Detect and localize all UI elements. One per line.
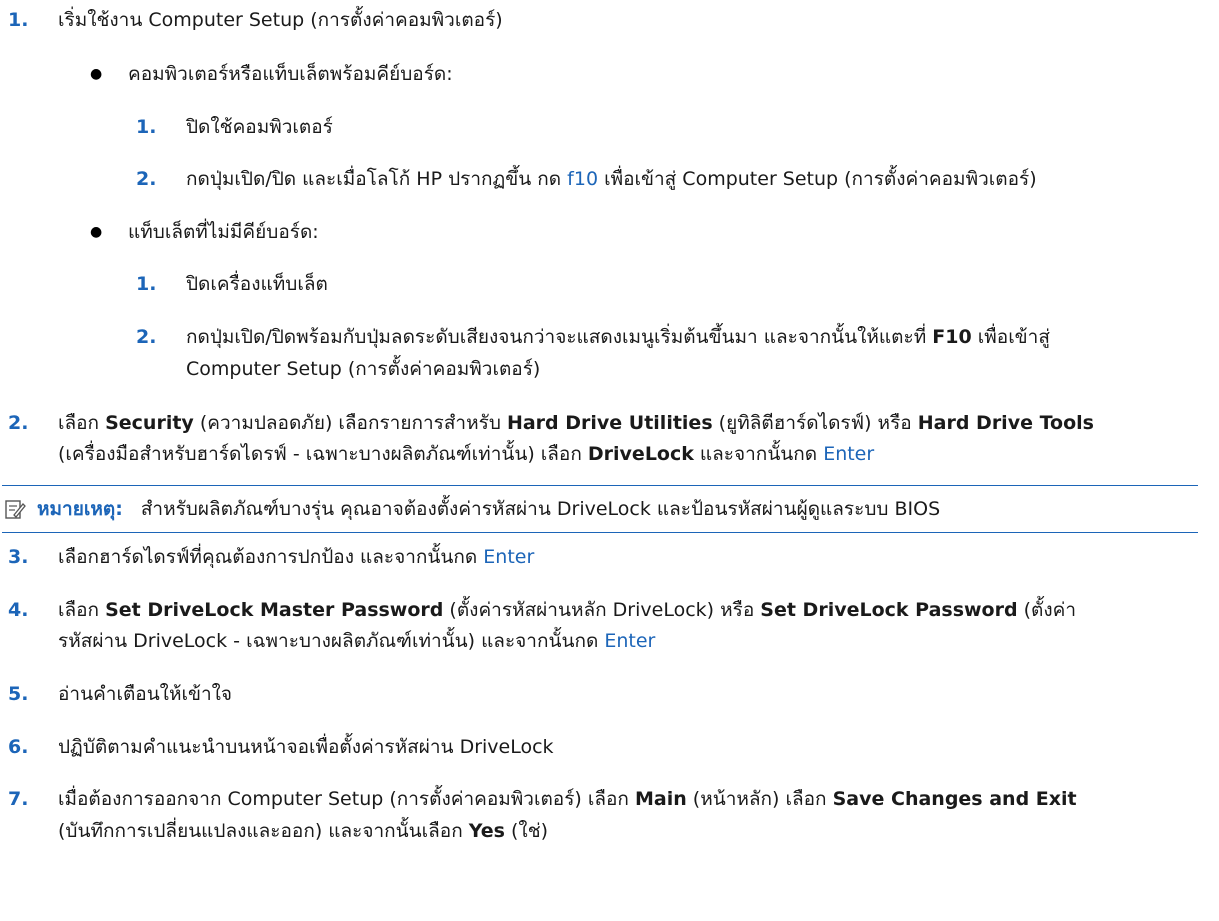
- substep-1-2-post: เพื่อเข้าสู่ Computer Setup (การตั้งค่าค…: [598, 168, 1037, 190]
- substep-1-1-number: 1.: [136, 116, 157, 138]
- step-7-yes: Yes: [468, 820, 505, 842]
- bullet-2-text: แท็บเล็ตที่ไม่มีคีย์บอร์ด:: [128, 221, 319, 243]
- step-7-t1: เมื่อต้องการออกจาก Computer Setup (การตั…: [58, 788, 635, 810]
- substep-2-2-post: เพื่อเข้าสู่: [971, 326, 1050, 348]
- step-2-t4: (เครื่องมือสำหรับฮาร์ดไดรฟ์ - เฉพาะบางผล…: [58, 443, 588, 465]
- note-top-rule: [2, 485, 1198, 486]
- step-7-save-exit: Save Changes and Exit: [832, 788, 1077, 810]
- substep-2-2-number: 2.: [136, 326, 157, 348]
- step-2-t3: (ยูทิลิตีฮาร์ดไดรฟ์) หรือ: [712, 412, 918, 434]
- step-3-number: 3.: [8, 546, 29, 568]
- step-7-text-line2: (บันทึกการเปลี่ยนแปลงและออก) และจากนั้นเ…: [58, 818, 548, 844]
- step-2-t2: (ความปลอดภัย) เลือกรายการสำหรับ: [193, 412, 507, 434]
- step-2-text-line2: (เครื่องมือสำหรับฮาร์ดไดรฟ์ - เฉพาะบางผล…: [58, 441, 874, 467]
- key-enter: Enter: [604, 630, 656, 652]
- step-7-main: Main: [634, 788, 687, 810]
- step-7-t3: (บันทึกการเปลี่ยนแปลงและออก) และจากนั้นเ…: [58, 820, 469, 842]
- bullet-1-text: คอมพิวเตอร์หรือแท็บเล็ตพร้อมคีย์บอร์ด:: [128, 63, 453, 85]
- step-5-number: 5.: [8, 683, 29, 705]
- step-7-number: 7.: [8, 788, 29, 810]
- step-4-t4: รหัสผ่าน DriveLock - เฉพาะบางผลิตภัณฑ์เท…: [58, 630, 605, 652]
- substep-2-2-pre: กดปุ่มเปิด/ปิดพร้อมกับปุ่มลดระดับเสียงจน…: [186, 326, 933, 348]
- step-4-master-password: Set DriveLock Master Password: [105, 599, 444, 621]
- step-2-number: 2.: [8, 412, 29, 434]
- bullet-icon: ●: [90, 224, 103, 240]
- substep-1-1-text: ปิดใช้คอมพิวเตอร์: [186, 116, 333, 138]
- substep-2-1-text: ปิดเครื่องแท็บเล็ต: [186, 273, 328, 295]
- key-enter: Enter: [823, 443, 875, 465]
- step-2-drivelock: DriveLock: [587, 443, 694, 465]
- step-6-number: 6.: [8, 736, 29, 758]
- step-7-text-line1: เมื่อต้องการออกจาก Computer Setup (การตั…: [58, 786, 1077, 812]
- step-5-text: อ่านคำเตือนให้เข้าใจ: [58, 683, 233, 705]
- step-1-text: เริ่มใช้งาน Computer Setup (การตั้งค่าคอ…: [58, 9, 503, 31]
- step-2-security: Security: [105, 412, 194, 434]
- step-2-text-line1: เลือก Security (ความปลอดภัย) เลือกรายการ…: [58, 410, 1094, 436]
- step-4-password: Set DriveLock Password: [760, 599, 1018, 621]
- bullet-icon: ●: [90, 66, 103, 82]
- step-4-text-line2: รหัสผ่าน DriveLock - เฉพาะบางผลิตภัณฑ์เท…: [58, 628, 655, 654]
- note-label: หมายเหตุ:: [37, 498, 123, 520]
- step-7-t4: (ใช่): [504, 820, 549, 842]
- key-f10-bold: F10: [932, 326, 972, 348]
- note-text: หมายเหตุ: สำหรับผลิตภัณฑ์บางรุ่น คุณอาจต้…: [37, 496, 940, 522]
- key-f10: f10: [567, 168, 599, 190]
- step-4-text-line1: เลือก Set DriveLock Master Password (ตั้…: [58, 597, 1076, 623]
- step-6-text: ปฏิบัติตามคำแนะนำบนหน้าจอเพื่อตั้งค่ารหั…: [58, 736, 554, 758]
- step-2-t5: และจากนั้นกด: [693, 443, 824, 465]
- note-icon: [5, 500, 26, 519]
- substep-2-1-number: 1.: [136, 273, 157, 295]
- step-4-t1: เลือก: [58, 599, 106, 621]
- note-bottom-rule: [2, 532, 1198, 533]
- step-3-text: เลือกฮาร์ดไดรฟ์ที่คุณต้องการปกป้อง และจา…: [58, 544, 534, 570]
- substep-1-2-pre: กดปุ่มเปิด/ปิด และเมื่อโลโก้ HP ปรากฏขึ้…: [186, 168, 568, 190]
- substep-2-2-text: กดปุ่มเปิด/ปิดพร้อมกับปุ่มลดระดับเสียงจน…: [186, 324, 1050, 350]
- step-2-t1: เลือก: [58, 412, 106, 434]
- note-body: สำหรับผลิตภัณฑ์บางรุ่น คุณอาจต้องตั้งค่า…: [140, 498, 941, 520]
- substep-1-2-text: กดปุ่มเปิด/ปิด และเมื่อโลโก้ HP ปรากฏขึ้…: [186, 166, 1037, 192]
- step-2-hdd-tools: Hard Drive Tools: [917, 412, 1094, 434]
- substep-2-2-text-line2: Computer Setup (การตั้งค่าคอมพิวเตอร์): [186, 358, 541, 380]
- step-4-t3: (ตั้งค่า: [1017, 599, 1077, 621]
- step-4-t2: (ตั้งค่ารหัสผ่านหลัก DriveLock) หรือ: [443, 599, 761, 621]
- step-1-number: 1.: [8, 9, 29, 31]
- step-2-hdd-utilities: Hard Drive Utilities: [506, 412, 713, 434]
- key-enter: Enter: [483, 546, 535, 568]
- substep-1-2-number: 2.: [136, 168, 157, 190]
- step-4-number: 4.: [8, 599, 29, 621]
- step-7-t2: (หน้าหลัก) เลือก: [686, 788, 833, 810]
- step-3-body: เลือกฮาร์ดไดรฟ์ที่คุณต้องการปกป้อง และจา…: [58, 546, 484, 568]
